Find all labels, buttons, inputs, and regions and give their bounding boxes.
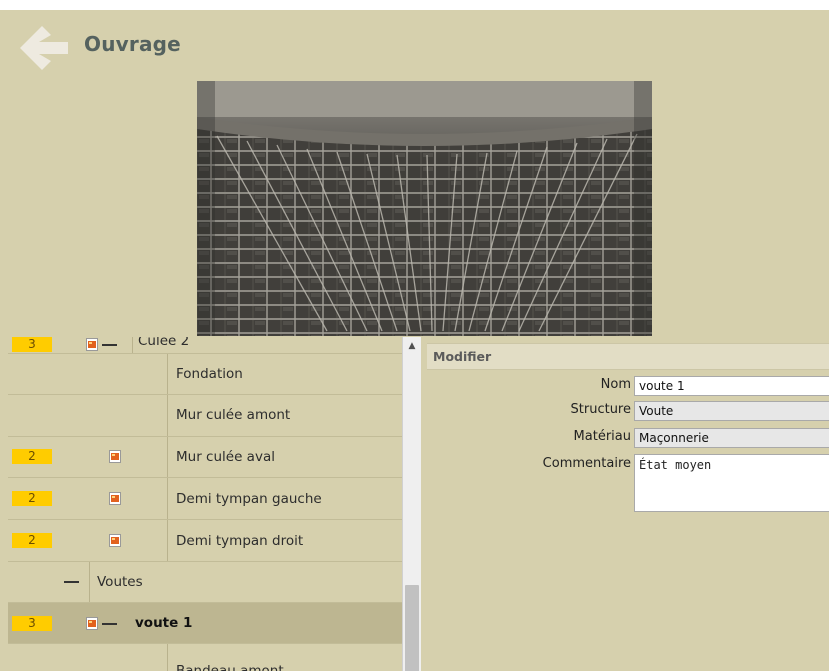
tree-row-voute-1[interactable]: 3 voute 1: [8, 603, 402, 644]
condition-badge: 2: [12, 491, 52, 506]
commentaire-label: Commentaire: [542, 456, 631, 471]
tree-row-label: Fondation: [176, 366, 243, 382]
tree-row-label: Mur culée amont: [176, 407, 291, 423]
nom-label: Nom: [600, 377, 631, 392]
structure-value: Voute: [639, 404, 674, 418]
tree-panel: 3 Culée 2 Fondation Mur culée amont 2 Mu…: [0, 337, 427, 671]
tree-row-culee-2[interactable]: 3 Culée 2: [8, 337, 402, 354]
condition-badge: 3: [12, 337, 52, 352]
tree-row-mur-culee-amont[interactable]: Mur culée amont: [8, 395, 402, 437]
commentaire-value: État moyen: [639, 458, 712, 472]
tree-row-label: Bandeau amont: [176, 663, 284, 671]
edit-panel-title: Modifier: [433, 349, 492, 364]
column-separator: [167, 520, 168, 561]
column-separator: [167, 644, 168, 671]
document-icon: [86, 617, 98, 630]
column-separator: [132, 337, 133, 353]
nom-value: voute 1: [639, 379, 685, 393]
nom-input[interactable]: voute 1: [634, 376, 829, 396]
condition-badge: 3: [12, 616, 52, 631]
scroll-thumb[interactable]: [405, 585, 419, 671]
document-icon: [109, 534, 121, 547]
tree-row-label: Mur culée aval: [176, 449, 275, 465]
edit-panel: Modifier Nom voute 1 Structure Voute Mat…: [427, 343, 829, 671]
commentaire-textarea[interactable]: État moyen: [634, 454, 829, 512]
tree-row-label: Demi tympan droit: [176, 533, 304, 549]
structure-label: Structure: [570, 402, 631, 417]
column-separator: [167, 437, 168, 477]
column-separator: [167, 354, 168, 394]
app-window: Ouvrage 3 Culée 2 Fondation Mur culée am…: [0, 10, 829, 671]
tree-row-bandeau-amont[interactable]: Bandeau amont: [8, 644, 402, 671]
tree-row-fondation[interactable]: Fondation: [8, 354, 402, 395]
materiau-label: Matériau: [573, 429, 631, 444]
structure-select[interactable]: Voute: [634, 401, 829, 421]
tree-list: 3 Culée 2 Fondation Mur culée amont 2 Mu…: [8, 337, 402, 671]
column-separator: [167, 478, 168, 519]
tree-row-label: voute 1: [135, 615, 193, 631]
back-arrow-icon: [20, 26, 68, 70]
tree-dash-icon: [102, 344, 117, 346]
column-separator: [89, 562, 90, 602]
materiau-value: Maçonnerie: [639, 431, 709, 445]
collapse-dash-icon[interactable]: [64, 581, 79, 583]
tree-row-demi-tympan-gauche[interactable]: 2 Demi tympan gauche: [8, 478, 402, 520]
materiau-select[interactable]: Maçonnerie: [634, 428, 829, 448]
tree-row-label: Demi tympan gauche: [176, 491, 322, 507]
tree-row-label: Voutes: [97, 574, 143, 590]
document-icon: [109, 450, 121, 463]
tree-dash-icon: [102, 623, 117, 625]
back-button[interactable]: [18, 24, 70, 72]
scroll-up-arrow-icon[interactable]: ▲: [403, 337, 421, 355]
tree-scrollbar[interactable]: ▲: [402, 337, 421, 671]
tree-row-voutes[interactable]: Voutes: [8, 562, 402, 603]
column-separator: [167, 395, 168, 436]
edit-panel-header: Modifier: [427, 343, 829, 370]
page-title: Ouvrage: [84, 32, 181, 56]
tree-row-label: Culée 2: [138, 337, 190, 349]
tree-row-demi-tympan-droit[interactable]: 2 Demi tympan droit: [8, 520, 402, 562]
tree-row-mur-culee-aval[interactable]: 2 Mur culée aval: [8, 437, 402, 478]
structure-photo: [197, 81, 652, 336]
condition-badge: 2: [12, 449, 52, 464]
condition-badge: 2: [12, 533, 52, 548]
document-icon: [109, 492, 121, 505]
document-icon: [86, 338, 98, 351]
